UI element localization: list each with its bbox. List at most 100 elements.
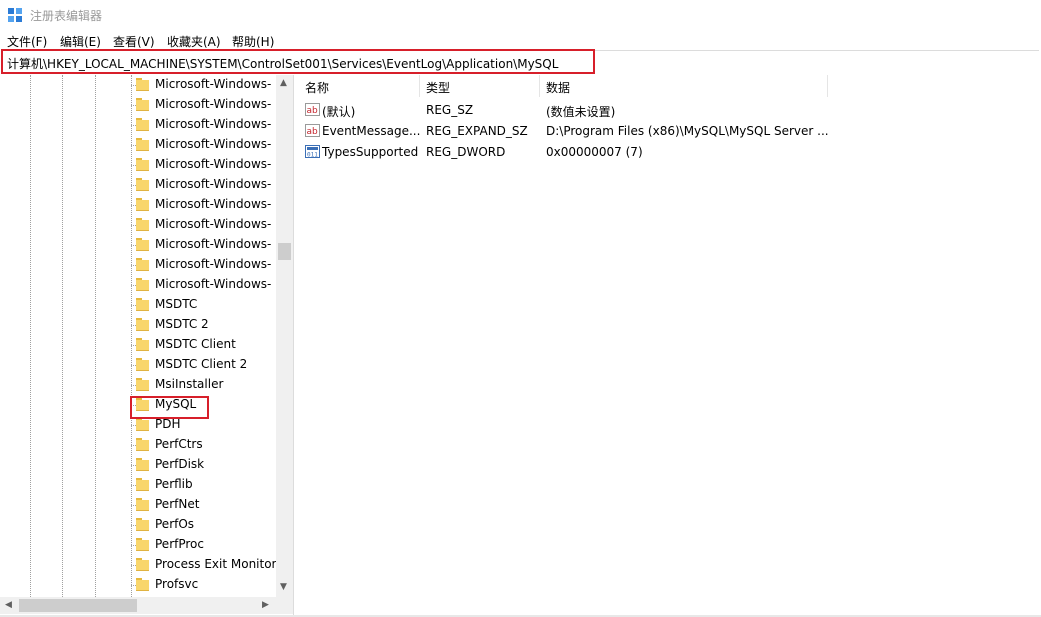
folder-icon	[136, 178, 149, 191]
tree-item[interactable]: Microsoft-Windows-	[128, 235, 278, 255]
tree-item-label: PerfOs	[155, 517, 195, 531]
tree-item-label: MsiInstaller	[155, 377, 224, 391]
folder-icon	[136, 518, 149, 531]
column-header-data-label: 数据	[546, 81, 571, 95]
folder-icon	[136, 318, 149, 331]
tree-item-label: Microsoft-Windows-	[155, 257, 272, 271]
column-header-type[interactable]: 类型	[420, 75, 539, 97]
tree-item[interactable]: Microsoft-Windows-	[128, 275, 278, 295]
menu-bar: 文件(F) 编辑(E) 查看(V) 收藏夹(A) 帮助(H)	[0, 30, 1041, 50]
tree-hscroll-thumb[interactable]	[19, 599, 137, 612]
svg-text:011: 011	[307, 152, 318, 159]
menu-help[interactable]: 帮助(H)	[232, 33, 274, 50]
key-tree-pane[interactable]: Microsoft-Windows- Microsoft-Windows- Micr…	[0, 75, 294, 615]
tree-item-label: Microsoft-Windows-	[155, 217, 272, 231]
column-header-type-label: 类型	[426, 81, 451, 95]
tree-item[interactable]: Microsoft-Windows-	[128, 135, 278, 155]
string-value-icon: ab	[305, 103, 320, 116]
tree-item-label: Microsoft-Windows-	[155, 117, 272, 131]
tree-item-label: PerfCtrs	[155, 437, 203, 451]
tree-item-label: Microsoft-Windows-	[155, 237, 272, 251]
folder-icon	[136, 78, 149, 91]
tree-vertical-scrollbar[interactable]: ▲ ▼	[276, 75, 293, 597]
folder-icon	[136, 498, 149, 511]
tree-item[interactable]: PerfDisk	[128, 455, 278, 475]
column-separator[interactable]	[827, 75, 828, 97]
tree-item-label: Microsoft-Windows-	[155, 197, 272, 211]
folder-icon	[136, 278, 149, 291]
tree-item[interactable]: MSDTC Client	[128, 335, 278, 355]
value-data: 0x00000007 (7)	[546, 145, 643, 159]
tree-item-label: PerfNet	[155, 497, 200, 511]
tree-item-label: MSDTC Client 2	[155, 357, 248, 371]
scroll-down-icon[interactable]: ▼	[280, 582, 287, 592]
tree-item[interactable]: PerfProc	[128, 535, 278, 555]
tree-item-label: Perflib	[155, 477, 193, 491]
tree-item[interactable]: PerfNet	[128, 495, 278, 515]
value-row[interactable]: ab (默认) REG_SZ (数值未设置)	[299, 100, 1039, 121]
folder-icon	[136, 218, 149, 231]
values-pane[interactable]: 名称 类型 数据 ab (默认) REG_SZ (数值未设置) ab Event…	[299, 75, 1039, 615]
folder-icon	[136, 158, 149, 171]
menu-file[interactable]: 文件(F)	[7, 33, 47, 50]
tree-item[interactable]: Microsoft-Windows-	[128, 95, 278, 115]
folder-icon	[136, 418, 149, 431]
tree-item[interactable]: PerfOs	[128, 515, 278, 535]
tree-item[interactable]: MSDTC	[128, 295, 278, 315]
value-type: REG_DWORD	[426, 145, 506, 159]
folder-icon	[136, 438, 149, 451]
tree-item[interactable]: MSDTC Client 2	[128, 355, 278, 375]
tree-item-label: PDH	[155, 417, 181, 431]
svg-text:ab: ab	[307, 127, 319, 137]
tree-item[interactable]: MsiInstaller	[128, 375, 278, 395]
scroll-left-icon[interactable]: ◀	[5, 600, 12, 610]
selected-key-highlight-box	[130, 396, 209, 419]
tree-item-label: Microsoft-Windows-	[155, 137, 272, 151]
tree-item[interactable]: MSDTC 2	[128, 315, 278, 335]
value-type: REG_EXPAND_SZ	[426, 124, 528, 138]
menu-view[interactable]: 查看(V)	[113, 33, 155, 50]
menu-edit[interactable]: 编辑(E)	[60, 33, 101, 50]
folder-icon	[136, 378, 149, 391]
tree-item[interactable]: Microsoft-Windows-	[128, 175, 278, 195]
tree-item[interactable]: Perflib	[128, 475, 278, 495]
tree-item-label: Microsoft-Windows-	[155, 157, 272, 171]
value-name: EventMessage...	[322, 124, 421, 138]
tree-item-label: MSDTC	[155, 297, 198, 311]
folder-icon	[136, 298, 149, 311]
tree-vscroll-thumb[interactable]	[278, 243, 291, 260]
tree-item[interactable]: Microsoft-Windows-	[128, 215, 278, 235]
folder-icon	[136, 358, 149, 371]
tree-guide-line	[95, 75, 96, 597]
folder-icon	[136, 138, 149, 151]
registry-editor-icon	[8, 8, 22, 22]
tree-item[interactable]: Microsoft-Windows-	[128, 155, 278, 175]
tree-item[interactable]: Microsoft-Windows-	[128, 115, 278, 135]
menu-favorites[interactable]: 收藏夹(A)	[167, 33, 221, 50]
scroll-right-icon[interactable]: ▶	[262, 600, 269, 610]
tree-item-label: MSDTC Client	[155, 337, 236, 351]
scroll-up-icon[interactable]: ▲	[280, 78, 287, 88]
value-row[interactable]: 011 TypesSupported REG_DWORD 0x00000007 …	[299, 142, 1039, 163]
tree-item[interactable]: Profsvc	[128, 575, 278, 595]
scroll-corner	[276, 597, 293, 614]
window-title: 注册表编辑器	[30, 9, 103, 23]
folder-icon	[136, 98, 149, 111]
value-name: (默认)	[322, 105, 356, 119]
value-row[interactable]: ab EventMessage... REG_EXPAND_SZ D:\Prog…	[299, 121, 1039, 142]
folder-icon	[136, 238, 149, 251]
tree-item[interactable]: Microsoft-Windows-	[128, 75, 278, 95]
folder-icon	[136, 558, 149, 571]
value-data: (数值未设置)	[546, 105, 616, 119]
tree-item[interactable]: Process Exit Monitor	[128, 555, 278, 575]
column-header-data[interactable]: 数据	[540, 75, 827, 97]
column-header-name-label: 名称	[305, 81, 330, 95]
tree-horizontal-scrollbar[interactable]: ◀ ▶	[0, 597, 276, 614]
tree-item[interactable]: Microsoft-Windows-	[128, 195, 278, 215]
tree-item[interactable]: Microsoft-Windows-	[128, 255, 278, 275]
column-header-name[interactable]: 名称	[299, 75, 419, 97]
tree-item-label: PerfProc	[155, 537, 204, 551]
folder-icon	[136, 258, 149, 271]
folder-icon	[136, 118, 149, 131]
tree-item[interactable]: PerfCtrs	[128, 435, 278, 455]
